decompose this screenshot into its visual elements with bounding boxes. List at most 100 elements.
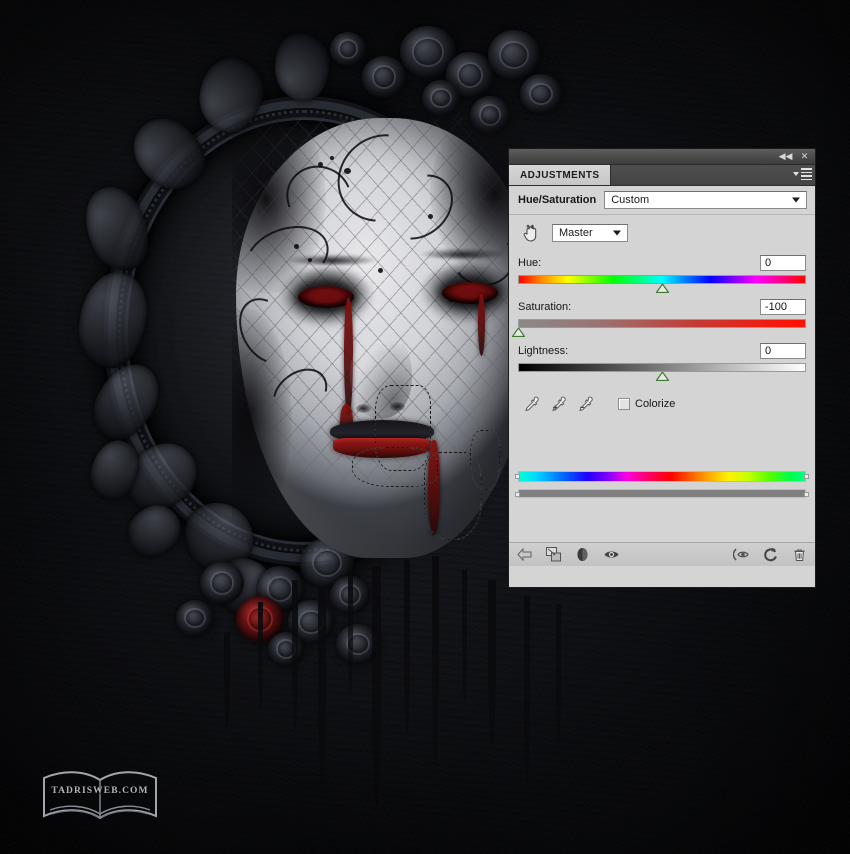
colorize-checkbox[interactable] <box>618 398 630 410</box>
lower-lip <box>333 438 431 458</box>
rose <box>422 80 460 116</box>
preview-eye-icon[interactable] <box>733 546 750 563</box>
sliders-group: Hue: 0 Saturation: -100 Lightness: 0 <box>509 255 815 381</box>
paint-drip <box>488 580 496 745</box>
menu-caret-icon <box>793 172 799 176</box>
collapse-double-chevron-icon[interactable]: ◀◀ <box>777 150 794 163</box>
nostril-right <box>390 402 405 411</box>
result-range-bar[interactable] <box>518 489 806 498</box>
preset-row: Hue/Saturation Custom <box>509 186 815 215</box>
adjustment-title: Hue/Saturation <box>518 194 597 206</box>
rose <box>176 600 214 636</box>
tab-adjustments[interactable]: ADJUSTMENTS <box>509 165 612 185</box>
window-controls: ◀◀ ✕ <box>777 150 813 163</box>
lightness-slider-thumb[interactable] <box>655 372 669 381</box>
paint-drip <box>432 556 439 766</box>
lightness-value-field[interactable]: 0 <box>760 343 806 359</box>
panel-footer <box>509 542 815 566</box>
paint-drip <box>524 596 530 786</box>
saturation-label: Saturation: <box>518 301 572 313</box>
range-handle[interactable] <box>515 474 520 479</box>
nostril-left <box>356 404 371 413</box>
panel-titlebar: ◀◀ ✕ <box>509 149 815 165</box>
lightness-slider[interactable] <box>518 363 806 381</box>
rose <box>520 74 562 114</box>
speck <box>428 214 433 219</box>
chevron-down-icon <box>613 230 621 236</box>
paint-drip <box>348 574 353 694</box>
lightness-track[interactable] <box>518 363 806 372</box>
hue-value-field[interactable]: 0 <box>760 255 806 271</box>
paint-drip <box>372 566 381 806</box>
hue-slider-thumb[interactable] <box>655 284 669 293</box>
paint-drip <box>292 580 298 730</box>
saturation-value-field[interactable]: -100 <box>760 299 806 315</box>
watermark-text: TADRISWEB.COM <box>51 786 149 796</box>
eyedropper-icon[interactable] <box>523 395 541 413</box>
rose <box>268 632 304 666</box>
channel-row: Master <box>509 215 815 249</box>
targeted-adjustment-hand-icon[interactable] <box>521 223 541 243</box>
mask-icon[interactable] <box>574 546 591 563</box>
watermark: TADRISWEB.COM <box>38 762 162 830</box>
paint-drip <box>556 604 561 744</box>
hue-spectrum-bar[interactable] <box>518 471 806 482</box>
channel-dropdown[interactable]: Master <box>552 224 628 242</box>
screenshot-root: TADRISWEB.COM ◀◀ ✕ ADJUSTMENTS Hue/Satur… <box>0 0 850 854</box>
saturation-track[interactable] <box>518 319 806 328</box>
lightness-label: Lightness: <box>518 345 569 357</box>
adjustments-panel: ◀◀ ✕ ADJUSTMENTS Hue/Saturation Custom M… <box>508 148 816 588</box>
paint-drip <box>318 586 326 786</box>
blood-tear-right <box>478 294 485 356</box>
paint-drip <box>462 570 467 700</box>
lightness-slider-head: Lightness: 0 <box>518 343 806 359</box>
range-handle[interactable] <box>515 492 520 497</box>
open-book-icon <box>43 771 157 820</box>
panel-menu-icon[interactable] <box>793 168 812 180</box>
frame-ornament <box>273 32 331 102</box>
panel-tabbar: ADJUSTMENTS <box>509 165 815 186</box>
eye-right <box>442 282 498 304</box>
rose <box>200 562 244 604</box>
eyedropper-add-icon[interactable] <box>550 395 568 413</box>
paint-drip <box>404 560 410 735</box>
trash-icon[interactable] <box>791 546 808 563</box>
hue-slider[interactable] <box>518 275 806 293</box>
menu-lines-icon <box>801 168 812 180</box>
speck <box>378 268 383 273</box>
speck <box>330 156 334 160</box>
hue-track[interactable] <box>518 275 806 284</box>
eyedropper-subtract-icon[interactable] <box>577 395 595 413</box>
saturation-slider-thumb[interactable] <box>511 328 525 337</box>
color-range-bars <box>515 471 809 498</box>
saturation-slider[interactable] <box>511 319 806 337</box>
paint-drip <box>224 632 230 728</box>
colorize-option[interactable]: Colorize <box>618 398 675 410</box>
clip-to-layer-icon[interactable] <box>545 546 562 563</box>
saturation-slider-head: Saturation: -100 <box>518 299 806 315</box>
blood-run-chin <box>428 440 440 536</box>
panel-body: Hue/Saturation Custom Master Hue: 0 Satu… <box>509 186 815 566</box>
preset-value: Custom <box>611 194 650 206</box>
back-arrow-icon[interactable] <box>516 546 533 563</box>
close-icon[interactable]: ✕ <box>796 150 813 163</box>
tools-row: Colorize <box>509 381 815 421</box>
preset-dropdown[interactable]: Custom <box>604 191 807 209</box>
reset-circular-arrow-icon[interactable] <box>762 546 779 563</box>
speck <box>344 168 351 174</box>
eye-icon[interactable] <box>603 546 620 563</box>
chevron-down-icon <box>792 197 800 203</box>
rose <box>362 56 406 98</box>
portrait-face <box>232 118 524 558</box>
range-handle[interactable] <box>804 474 809 479</box>
colorize-label: Colorize <box>635 398 676 410</box>
hue-label: Hue: <box>518 257 542 269</box>
eyebrow-right <box>420 248 506 259</box>
channel-value: Master <box>559 227 593 239</box>
speck <box>318 162 323 167</box>
paint-drip <box>258 602 263 712</box>
hue-slider-head: Hue: 0 <box>518 255 806 271</box>
speck <box>294 244 299 249</box>
rose <box>330 32 366 66</box>
range-handle[interactable] <box>804 492 809 497</box>
